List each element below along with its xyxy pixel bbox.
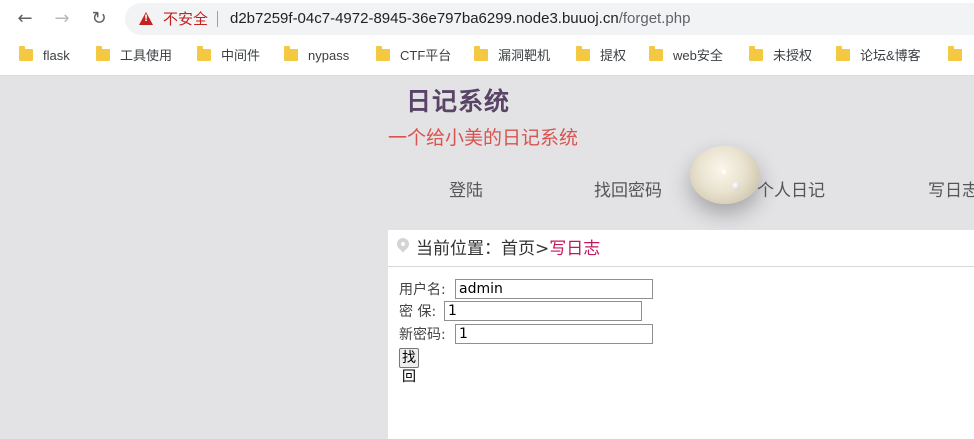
bookmark-label: web安全 <box>673 48 723 63</box>
url-host: d2b7259f-04c7-4972-8945-36e797ba6299.nod… <box>230 10 619 27</box>
nav-forgot-password[interactable]: 找回密码 <box>594 180 662 202</box>
folder-icon <box>948 46 962 61</box>
folder-icon <box>197 46 211 61</box>
security-status[interactable]: 不安全 <box>163 10 208 28</box>
bookmark-label: flask <box>43 48 70 63</box>
arrow-right-icon: → <box>54 8 70 29</box>
back-button[interactable]: ← <box>13 7 37 31</box>
content-panel: 当前位置：首页>写日志 用户名: 密 保: 新密码: 找回 <box>388 230 974 439</box>
username-label: 用户名: <box>399 282 446 298</box>
folder-icon <box>474 46 488 61</box>
breadcrumb-prefix: 当前位置： <box>416 239 501 259</box>
security-answer-input[interactable] <box>444 301 642 321</box>
arrow-left-icon: ← <box>17 8 33 29</box>
breadcrumb: 当前位置：首页>写日志 <box>388 230 974 267</box>
address-bar[interactable]: 不安全 d2b7259f-04c7-4972-8945-36e797ba6299… <box>125 3 974 35</box>
new-password-label: 新密码: <box>399 327 446 343</box>
bookmark-label: 未授权 <box>773 48 813 63</box>
submit-button[interactable]: 找回 <box>399 348 419 385</box>
nav-personal-diary[interactable]: 个人日记 <box>757 180 825 202</box>
bookmark-label: 论坛&博客 <box>860 48 921 63</box>
new-password-input[interactable] <box>455 324 653 344</box>
folder-icon <box>19 46 33 61</box>
folder-icon <box>749 46 763 61</box>
url-path: /forget.php <box>618 10 691 27</box>
reload-button[interactable]: ↻ <box>87 7 111 31</box>
warning-icon[interactable] <box>139 12 153 25</box>
bookmark-label: nypass <box>308 48 350 63</box>
folder-icon <box>836 46 850 61</box>
nav-login[interactable]: 登陆 <box>449 180 483 202</box>
folder-icon <box>376 46 390 61</box>
breadcrumb-text: 当前位置：首页>写日志 <box>416 238 600 260</box>
browser-toolbar: ← → ↻ 不安全 d2b7259f-04c7-4972-8945-36e797… <box>0 0 974 38</box>
breadcrumb-home-link[interactable]: 首页 <box>501 239 535 259</box>
folder-icon <box>649 46 663 61</box>
folder-icon <box>284 46 298 61</box>
reload-icon: ↻ <box>91 8 107 29</box>
folder-icon <box>576 46 590 61</box>
bookmark-label: 中间件 <box>221 48 261 63</box>
username-input[interactable] <box>455 279 653 299</box>
nav-write-diary[interactable]: 写日志 <box>928 180 974 202</box>
folder-icon <box>96 46 110 61</box>
forward-button[interactable]: → <box>50 7 74 31</box>
breadcrumb-separator: > <box>535 239 550 259</box>
site-title: 日记系统 <box>406 87 511 116</box>
bookmark-label: CTF平台 <box>400 48 452 63</box>
site-subtitle: 一个给小美的日记系统 <box>388 127 579 149</box>
bookmark-label: 漏洞靶机 <box>498 48 551 63</box>
bookmarks-bar: flask 工具使用 中间件 nypass CTF平台 漏洞靶机 提权 web安… <box>0 38 974 76</box>
bookmark-label: 提权 <box>600 48 627 63</box>
bookmark-label: 工具使用 <box>120 48 173 63</box>
breadcrumb-current-link[interactable]: 写日志 <box>549 239 600 259</box>
url-text[interactable]: d2b7259f-04c7-4972-8945-36e797ba6299.nod… <box>230 9 690 29</box>
security-label: 密 保: <box>399 304 437 320</box>
location-pin-icon <box>394 235 412 253</box>
separator <box>217 11 218 27</box>
stone-decoration-icon <box>690 146 760 204</box>
